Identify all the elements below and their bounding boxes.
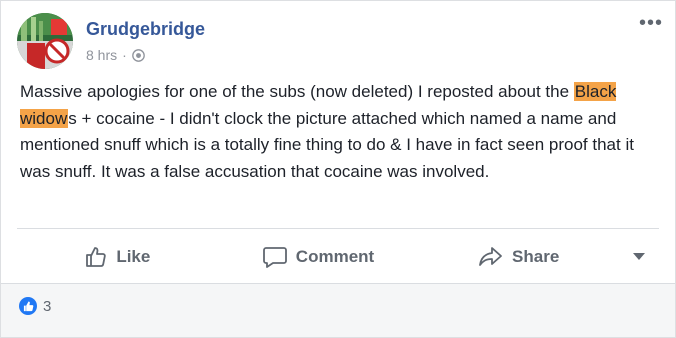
like-reaction-icon: [19, 297, 37, 315]
comment-bubble-icon: [262, 247, 287, 268]
post-text-part2: s + cocaine - I didn't clock the picture…: [20, 108, 634, 181]
post-text-part1: Massive apologies for one of the subs (n…: [20, 82, 574, 101]
like-button[interactable]: Like: [17, 239, 218, 275]
more-options-button[interactable]: •••: [639, 13, 663, 33]
comment-label: Comment: [295, 247, 375, 266]
post-meta: 8 hrs ·: [86, 46, 145, 64]
author-name[interactable]: Grudgebridge: [86, 18, 205, 40]
caret-down-icon: [633, 253, 646, 260]
share-dropdown[interactable]: [619, 253, 659, 261]
reaction-count: 3: [43, 297, 52, 315]
reactions-footer: 3: [1, 283, 675, 337]
actions-divider: [17, 228, 659, 229]
comment-button[interactable]: Comment: [218, 239, 419, 275]
meta-separator: ·: [122, 47, 127, 63]
reactions-summary[interactable]: 3: [19, 297, 51, 315]
post-card: Grudgebridge 8 hrs · ••• Massive apologi…: [0, 0, 676, 338]
action-bar: Like Comment Share: [17, 237, 659, 277]
avatar-image: [17, 13, 73, 69]
author-avatar[interactable]: [17, 13, 73, 69]
post-timestamp[interactable]: 8 hrs: [86, 46, 117, 64]
globe-icon[interactable]: [131, 48, 145, 62]
like-thumb-icon: [23, 300, 33, 311]
share-button[interactable]: Share: [418, 239, 619, 275]
like-label: Like: [116, 247, 151, 266]
share-label: Share: [512, 247, 560, 266]
post-text: Massive apologies for one of the subs (n…: [20, 79, 660, 185]
thumbs-up-icon: [86, 247, 107, 267]
share-arrow-icon: [479, 247, 502, 266]
